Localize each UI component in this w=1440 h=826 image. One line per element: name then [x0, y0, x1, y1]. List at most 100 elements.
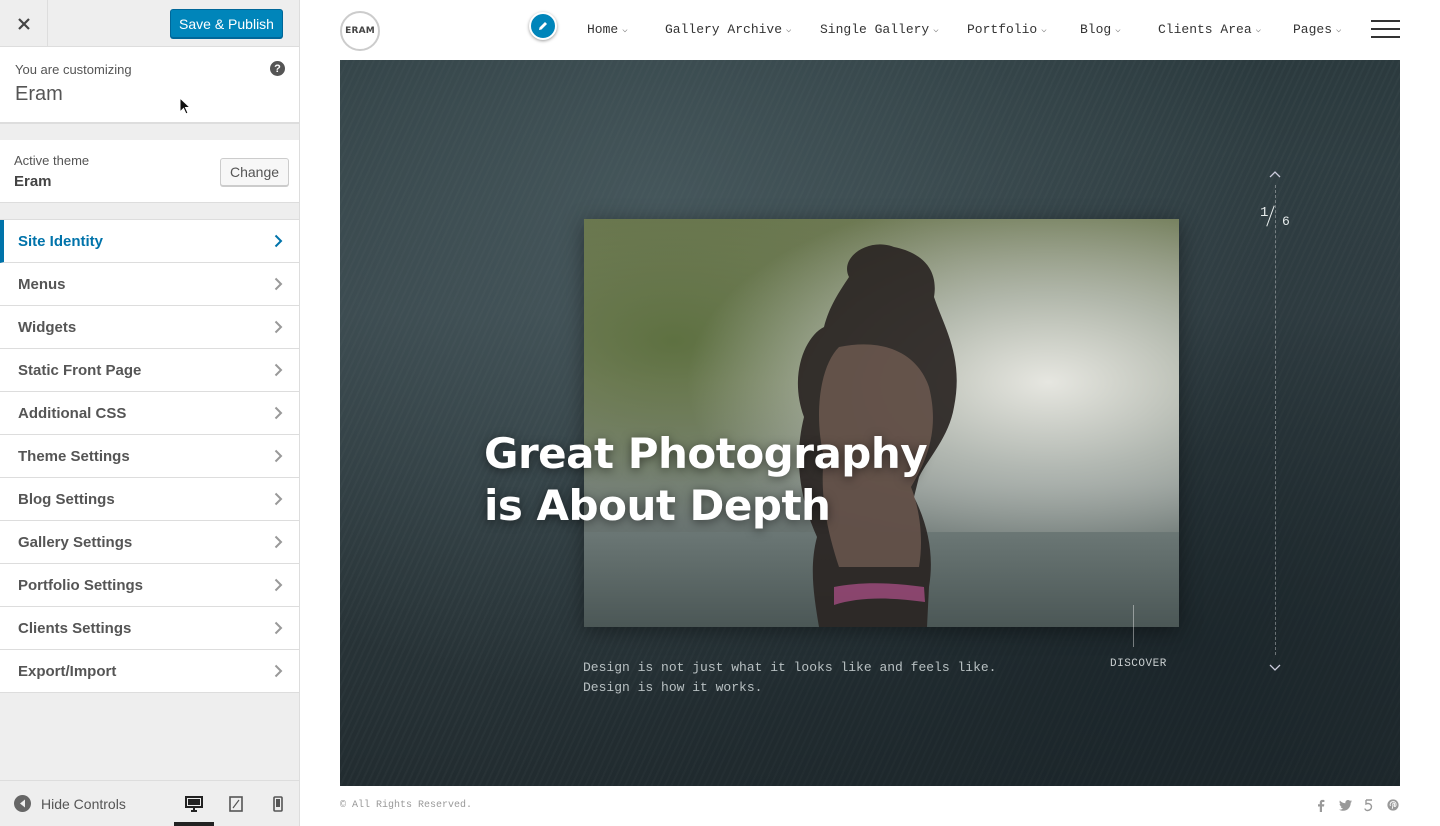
- nav-item-home[interactable]: Home ⌵: [587, 22, 628, 37]
- 500px-icon[interactable]: [1362, 798, 1376, 812]
- tagline-line-2: Design is how it works.: [583, 680, 763, 695]
- section-label: Menus: [18, 275, 66, 293]
- headline-line-2: is About Depth: [484, 481, 831, 530]
- chevron-up-icon[interactable]: [1269, 170, 1281, 178]
- section-clients-settings[interactable]: Clients Settings: [0, 607, 299, 650]
- slide-current: 1: [1260, 205, 1269, 221]
- section-widgets[interactable]: Widgets: [0, 306, 299, 349]
- customizing-info: You are customizing Eram ?: [0, 47, 299, 124]
- nav-item-single-gallery[interactable]: Single Gallery ⌵: [820, 22, 939, 37]
- change-theme-button[interactable]: Change: [220, 158, 289, 186]
- tagline-line-1: Design is not just what it looks like an…: [583, 660, 997, 675]
- hide-controls-button[interactable]: Hide Controls: [14, 795, 126, 812]
- hero-photo: [584, 219, 1179, 627]
- chevron-right-icon: [274, 621, 284, 635]
- chevron-right-icon: [274, 320, 284, 334]
- facebook-icon[interactable]: [1314, 798, 1328, 812]
- section-label: Theme Settings: [18, 447, 130, 465]
- discover-link[interactable]: DISCOVER: [1110, 658, 1167, 670]
- help-icon[interactable]: ?: [270, 61, 285, 76]
- chevron-right-icon: [274, 664, 284, 678]
- tablet-preview-button[interactable]: [216, 781, 256, 826]
- logo-text: ERAM: [345, 26, 375, 36]
- edit-shortcut-pencil-icon[interactable]: [529, 12, 557, 40]
- chevron-right-icon: [274, 578, 284, 592]
- collapse-icon: [14, 795, 31, 812]
- nav-label: Single Gallery: [820, 22, 930, 37]
- nav-label: Clients Area: [1158, 22, 1252, 37]
- close-icon: [17, 17, 30, 30]
- chevron-right-icon: [274, 406, 284, 420]
- section-list: Site Identity Menus Widgets Static Front…: [0, 219, 299, 693]
- chevron-right-icon: [274, 277, 284, 291]
- chevron-right-icon: [274, 492, 284, 506]
- nav-item-portfolio[interactable]: Portfolio ⌵: [967, 22, 1047, 37]
- chevron-down-icon: ⌵: [1336, 24, 1342, 35]
- nav-item-pages[interactable]: Pages ⌵: [1293, 22, 1341, 37]
- desktop-preview-button[interactable]: [174, 781, 214, 826]
- nav-label: Blog: [1080, 22, 1112, 37]
- discover-divider: [1133, 605, 1134, 647]
- nav-item-blog[interactable]: Blog ⌵: [1080, 22, 1121, 37]
- section-label: Additional CSS: [18, 404, 127, 422]
- nav-label: Home: [587, 22, 619, 37]
- nav-item-gallery-archive[interactable]: Gallery Archive ⌵: [665, 22, 791, 37]
- customizer-header: Save & Publish: [0, 0, 299, 47]
- section-menus[interactable]: Menus: [0, 263, 299, 306]
- chevron-down-icon[interactable]: [1269, 664, 1281, 672]
- chevron-right-icon: [274, 535, 284, 549]
- save-publish-button[interactable]: Save & Publish: [170, 9, 283, 38]
- section-gallery-settings[interactable]: Gallery Settings: [0, 521, 299, 564]
- close-button[interactable]: [0, 0, 48, 47]
- active-theme-panel: Active theme Eram Change: [0, 140, 299, 203]
- section-additional-css[interactable]: Additional CSS: [0, 392, 299, 435]
- section-export-import[interactable]: Export/Import: [0, 650, 299, 693]
- tablet-icon: [229, 795, 243, 812]
- copyright-text: © All Rights Reserved.: [340, 800, 473, 811]
- nav-label: Portfolio: [967, 22, 1038, 37]
- section-portfolio-settings[interactable]: Portfolio Settings: [0, 564, 299, 607]
- slide-total: 6: [1282, 214, 1290, 229]
- headline-line-1: Great Photography: [484, 429, 928, 478]
- chevron-down-icon: ⌵: [622, 24, 628, 35]
- section-blog-settings[interactable]: Blog Settings: [0, 478, 299, 521]
- site-title: Eram: [15, 83, 63, 105]
- nav-item-clients-area[interactable]: Clients Area ⌵: [1158, 22, 1261, 37]
- hero-slider: Great Photography is About Depth Design …: [340, 60, 1400, 786]
- twitter-icon[interactable]: [1338, 798, 1352, 812]
- site-logo[interactable]: ERAM: [340, 11, 380, 51]
- customizing-label: You are customizing: [15, 62, 132, 77]
- section-label: Widgets: [18, 318, 77, 336]
- chevron-right-icon: [274, 449, 284, 463]
- section-label: Blog Settings: [18, 490, 115, 508]
- section-theme-settings[interactable]: Theme Settings: [0, 435, 299, 478]
- hide-controls-label: Hide Controls: [41, 795, 126, 812]
- chevron-right-icon: [274, 234, 284, 248]
- section-label: Gallery Settings: [18, 533, 133, 551]
- chevron-down-icon: ⌵: [1115, 24, 1121, 35]
- chevron-down-icon: ⌵: [786, 24, 792, 35]
- section-label: Site Identity: [18, 232, 104, 250]
- desktop-icon: [185, 795, 203, 812]
- chevron-down-icon: ⌵: [933, 24, 939, 35]
- chevron-down-icon: ⌵: [1255, 24, 1262, 35]
- hero-tagline: Design is not just what it looks like an…: [583, 658, 996, 698]
- mobile-preview-button[interactable]: [258, 781, 298, 826]
- mouse-cursor-icon: [179, 97, 191, 115]
- section-label: Portfolio Settings: [18, 576, 143, 594]
- section-static-front-page[interactable]: Static Front Page: [0, 349, 299, 392]
- pinterest-icon[interactable]: [1386, 798, 1400, 812]
- customizer-footer: Hide Controls: [0, 780, 299, 826]
- nav-label: Pages: [1293, 22, 1333, 37]
- nav-label: Gallery Archive: [665, 22, 783, 37]
- site-preview: ERAM Home ⌵ Gallery Archive ⌵ Single Galle…: [300, 0, 1440, 826]
- customizer-sidebar: Save & Publish You are customizing Eram …: [0, 0, 300, 826]
- site-footer: © All Rights Reserved.: [340, 786, 1400, 826]
- section-site-identity[interactable]: Site Identity: [0, 220, 299, 263]
- social-links: [1314, 798, 1400, 812]
- hamburger-menu-icon[interactable]: [1371, 20, 1400, 38]
- mobile-icon: [273, 795, 283, 812]
- hero-headline: Great Photography is About Depth: [484, 428, 928, 532]
- chevron-right-icon: [274, 363, 284, 377]
- section-label: Export/Import: [18, 662, 117, 680]
